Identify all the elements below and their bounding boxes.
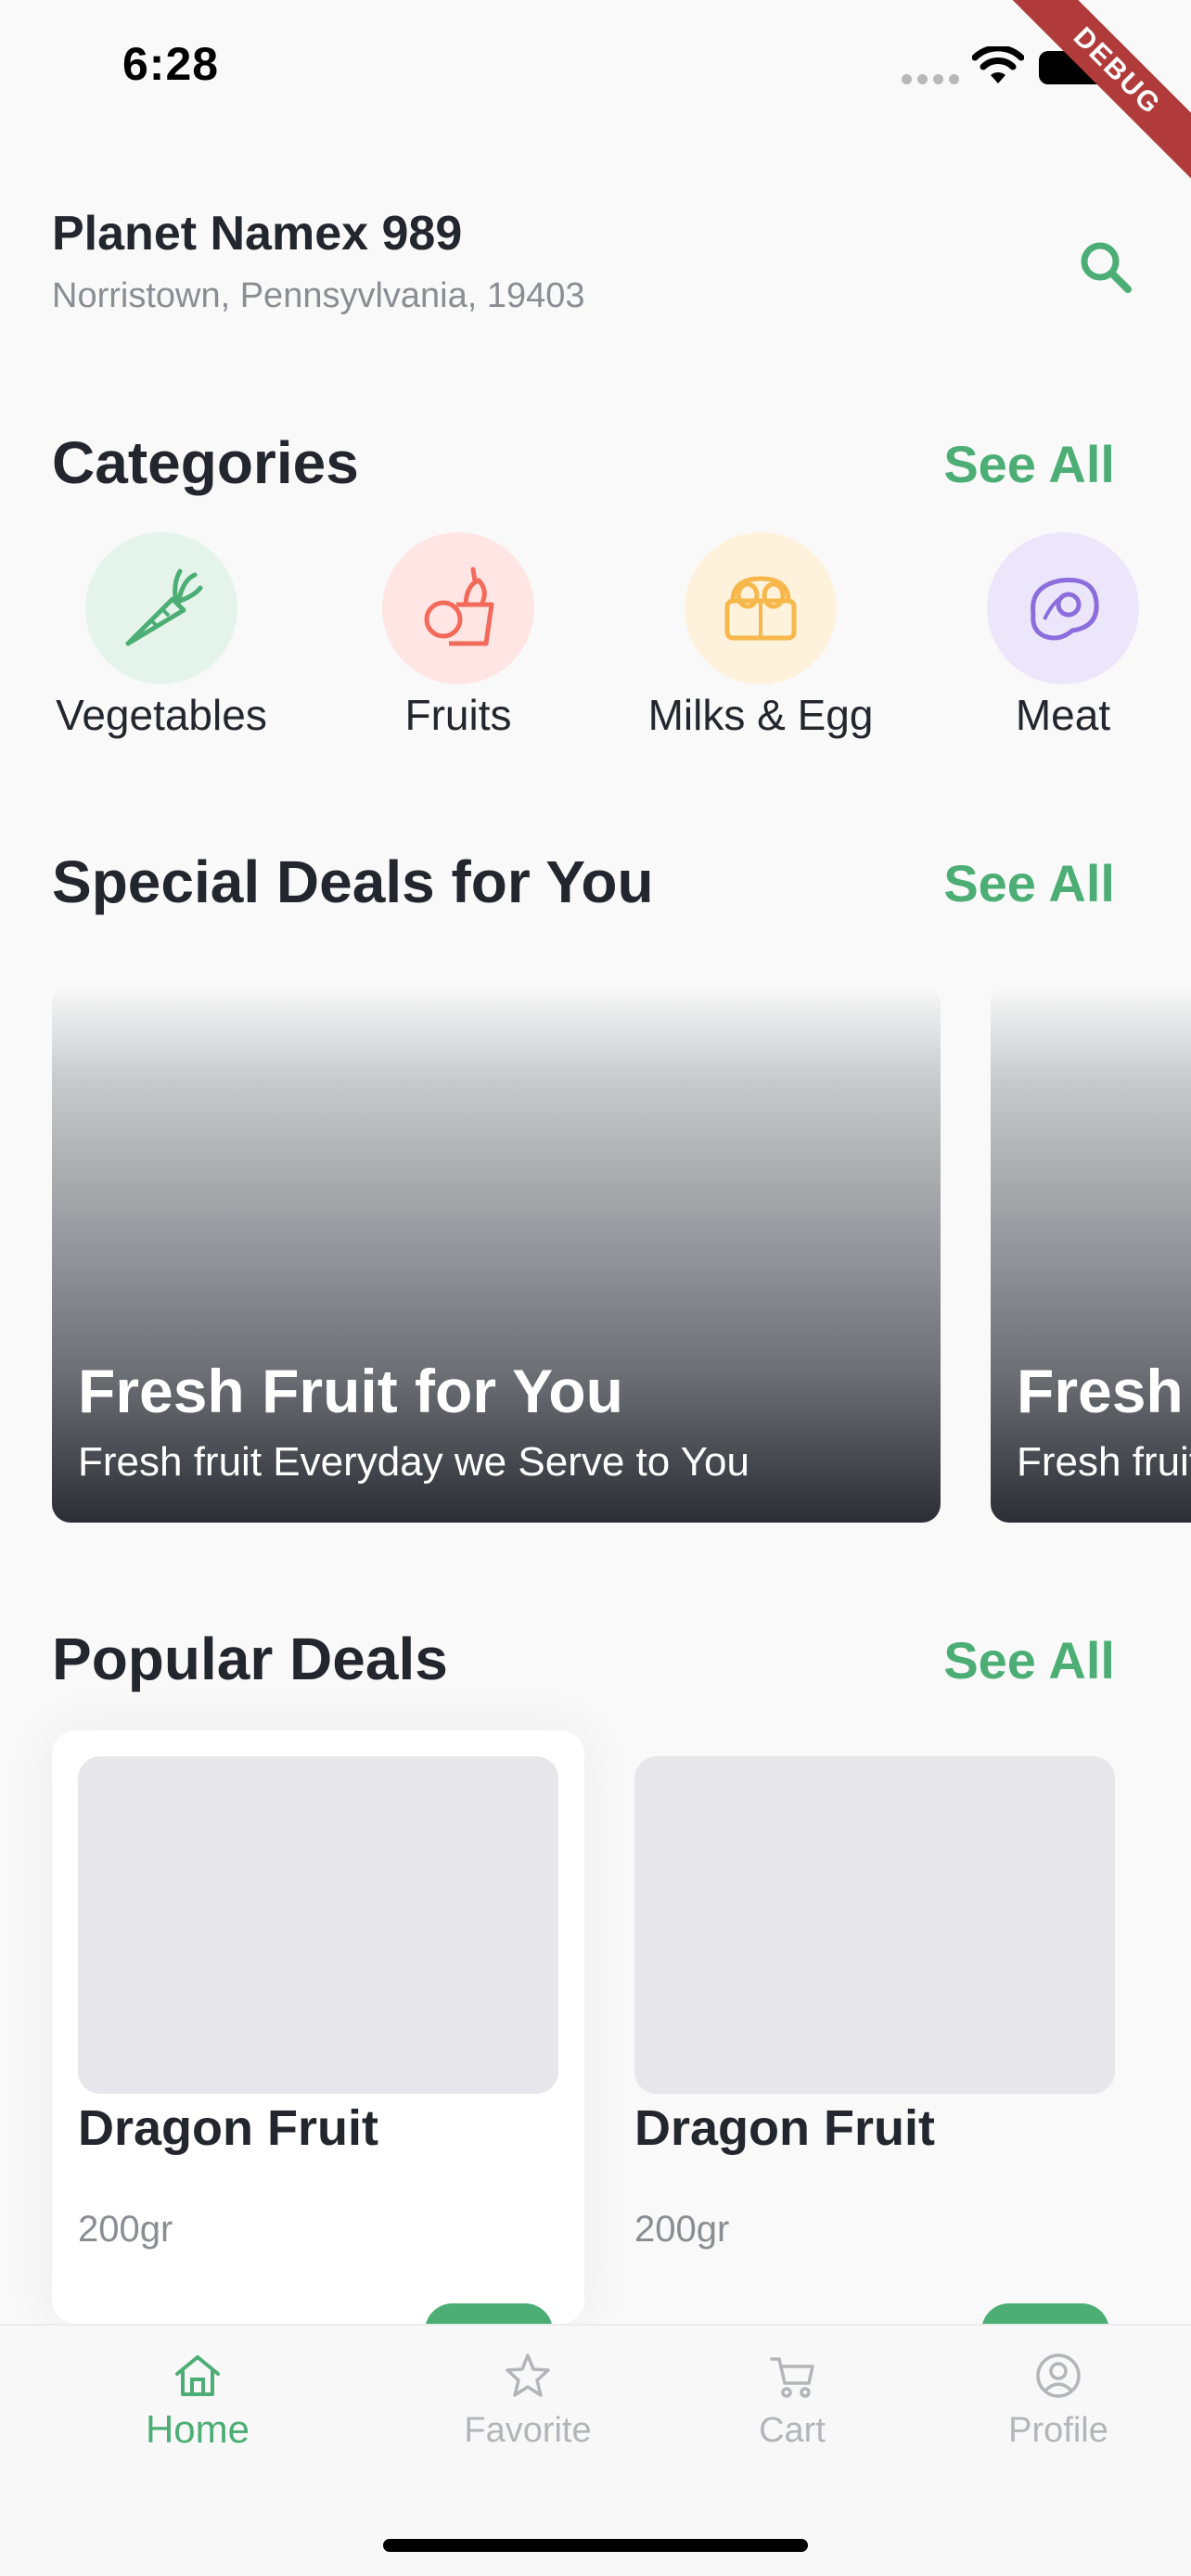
wifi-icon xyxy=(972,46,1024,83)
product-card[interactable]: Dragon Fruit 200gr xyxy=(52,1730,584,2359)
nav-label: Cart xyxy=(759,2411,826,2450)
product-card[interactable]: Dragon Fruit 200gr xyxy=(608,1730,1141,2359)
product-image xyxy=(634,1756,1115,2094)
home-icon xyxy=(175,2355,220,2396)
category-fruits[interactable]: Fruits xyxy=(328,532,588,740)
nav-cart[interactable]: Cart xyxy=(690,2350,894,2451)
category-label: Milks & Egg xyxy=(647,691,874,739)
category-label: Vegetables xyxy=(56,691,267,739)
product-name: Dragon Fruit xyxy=(78,2100,378,2156)
fruit-basket-icon xyxy=(424,567,494,646)
status-bar: 6:28 xyxy=(0,0,1191,139)
store-name: Planet Namex 989 xyxy=(52,207,463,261)
popular-deals-title: Popular Deals xyxy=(52,1626,448,1692)
profile-icon xyxy=(1036,2353,1081,2398)
special-deals-see-all-button[interactable]: See All xyxy=(943,853,1115,913)
deal-subtitle: Fresh fruit Everyday we Serve to You xyxy=(78,1439,749,1485)
categories-title: Categories xyxy=(52,429,359,496)
product-weight: 200gr xyxy=(78,2209,173,2250)
star-icon xyxy=(506,2353,550,2397)
category-milks-egg[interactable]: Milks & Egg xyxy=(631,532,890,740)
deal-subtitle: Fresh fruit Everyday we Serve to You xyxy=(1017,1439,1191,1485)
nav-label: Home xyxy=(145,2407,250,2451)
popular-deals-see-all-button[interactable]: See All xyxy=(943,1630,1115,1690)
category-label: Meat xyxy=(1015,691,1111,739)
categories-see-all-button[interactable]: See All xyxy=(943,434,1115,494)
category-meat[interactable]: Meat xyxy=(933,532,1191,740)
carrot-icon xyxy=(125,568,203,646)
category-icon-circle xyxy=(987,532,1139,684)
category-vegetables[interactable]: Vegetables xyxy=(32,532,291,740)
search-icon[interactable] xyxy=(1076,237,1135,297)
product-image xyxy=(78,1756,558,2094)
cellular-signal-icon xyxy=(902,74,959,84)
nav-label: Profile xyxy=(1008,2411,1108,2450)
nav-label: Favorite xyxy=(464,2411,592,2450)
special-deals-title: Special Deals for You xyxy=(52,848,654,915)
category-icon-circle xyxy=(85,532,237,684)
product-name: Dragon Fruit xyxy=(634,2100,935,2156)
nav-home[interactable]: Home xyxy=(96,2350,300,2452)
steak-icon xyxy=(1031,578,1099,641)
store-address: Norristown, Pennsyvlvania, 19403 xyxy=(52,276,585,315)
nav-favorite[interactable]: Favorite xyxy=(426,2350,630,2451)
category-label: Fruits xyxy=(404,691,512,739)
home-indicator xyxy=(383,2539,808,2552)
product-weight: 200gr xyxy=(634,2209,730,2250)
cart-icon xyxy=(770,2357,814,2398)
deal-title: Fresh Fruit for You xyxy=(1017,1357,1191,1425)
category-icon-circle xyxy=(382,532,534,684)
deal-title: Fresh Fruit for You xyxy=(78,1357,623,1425)
egg-carton-icon xyxy=(724,576,797,641)
deal-card[interactable]: Fresh Fruit for You Fresh fruit Everyday… xyxy=(52,985,941,1523)
category-icon-circle xyxy=(685,532,837,684)
deal-card[interactable]: Fresh Fruit for You Fresh fruit Everyday… xyxy=(991,985,1191,1523)
nav-profile[interactable]: Profile xyxy=(956,2350,1160,2451)
status-time: 6:28 xyxy=(122,38,220,90)
